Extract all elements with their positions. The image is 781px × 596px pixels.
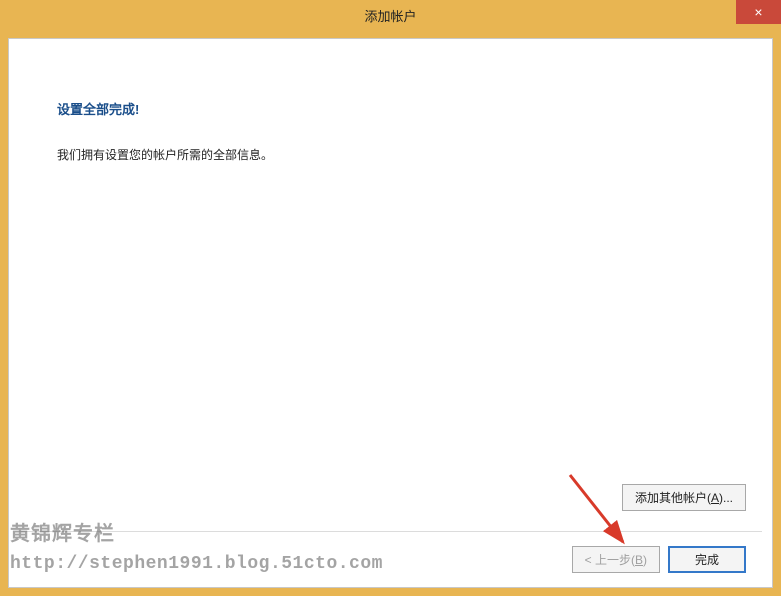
add-other-account-row: 添加其他帐户(A)... <box>622 484 746 511</box>
window-title: 添加帐户 <box>0 6 781 25</box>
window-border: 设置全部完成! 我们拥有设置您的帐户所需的全部信息。 添加其他帐户(A)... … <box>0 30 781 596</box>
setup-complete-message: 我们拥有设置您的帐户所需的全部信息。 <box>57 146 744 163</box>
dialog-panel: 设置全部完成! 我们拥有设置您的帐户所需的全部信息。 添加其他帐户(A)... … <box>8 38 773 588</box>
add-other-account-button[interactable]: 添加其他帐户(A)... <box>622 484 746 511</box>
wizard-button-row: < 上一步(B) 完成 <box>572 546 746 573</box>
separator <box>19 531 762 532</box>
setup-complete-heading: 设置全部完成! <box>57 99 744 118</box>
content-area: 设置全部完成! 我们拥有设置您的帐户所需的全部信息。 <box>9 39 772 163</box>
close-icon: × <box>754 4 762 20</box>
close-button[interactable]: × <box>736 0 781 24</box>
finish-button[interactable]: 完成 <box>668 546 746 573</box>
back-button: < 上一步(B) <box>572 546 660 573</box>
titlebar: 添加帐户 × <box>0 0 781 30</box>
